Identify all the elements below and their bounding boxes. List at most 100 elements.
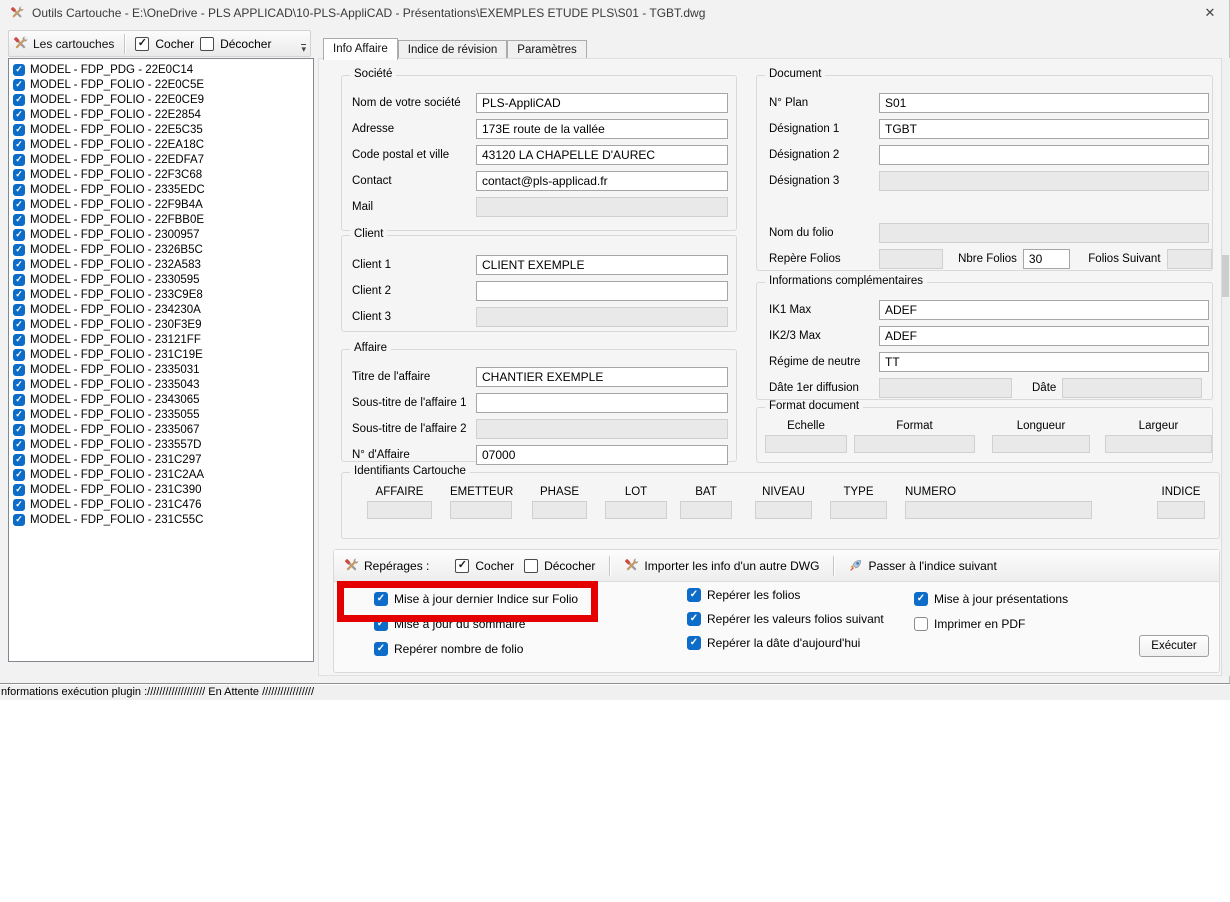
checkbox[interactable]: ✓ [13,469,25,481]
checkbox[interactable]: ✓ [13,124,25,136]
reperages-cocher-checkbox[interactable]: ✓ Cocher [455,559,514,573]
list-item[interactable]: ✓ MODEL - FDP_FOLIO - 231C55C [9,512,313,527]
list-item[interactable]: ✓ MODEL - FDP_FOLIO - 230F3E9 [9,317,313,332]
les-cartouches-button[interactable]: Les cartouches [13,36,114,51]
checkbox[interactable]: ✓ [524,559,538,573]
text-field[interactable]: PLS-AppliCAD [476,93,728,113]
reperages-decocher-checkbox[interactable]: ✓ Décocher [524,559,595,573]
list-item[interactable]: ✓ MODEL - FDP_FOLIO - 22F3C68 [9,167,313,182]
checkbox[interactable]: ✓ [13,154,25,166]
list-item[interactable]: ✓ MODEL - FDP_FOLIO - 2335067 [9,422,313,437]
checkbox[interactable]: ✓ [13,64,25,76]
text-field[interactable]: 43120 LA CHAPELLE D'AUREC [476,145,728,165]
tab[interactable]: Paramètres [507,40,586,59]
list-item[interactable]: ✓ MODEL - FDP_FOLIO - 231C390 [9,482,313,497]
text-field[interactable] [879,145,1209,165]
list-item[interactable]: ✓ MODEL - FDP_FOLIO - 232A583 [9,257,313,272]
text-field[interactable] [879,171,1209,191]
checkbox[interactable]: ✓ [13,409,25,421]
list-item[interactable]: ✓ MODEL - FDP_FOLIO - 2326B5C [9,242,313,257]
vertical-scrollbar[interactable] [1221,58,1230,676]
list-item[interactable]: ✓ MODEL - FDP_FOLIO - 234230A [9,302,313,317]
list-item[interactable]: ✓ MODEL - FDP_FOLIO - 231C476 [9,497,313,512]
checkbox[interactable]: ✓ [687,636,701,650]
option-checkbox-row[interactable]: ✓ Repérer les folios [687,588,884,602]
list-item[interactable]: ✓ MODEL - FDP_FOLIO - 233C9E8 [9,287,313,302]
checkbox[interactable]: ✓ [13,214,25,226]
checkbox[interactable]: ✓ [13,364,25,376]
checkbox[interactable]: ✓ [13,259,25,271]
importer-dwg-button[interactable]: Importer les info d'un autre DWG [624,558,819,573]
list-item[interactable]: ✓ MODEL - FDP_PDG - 22E0C14 [9,62,313,77]
text-field[interactable]: ADEF [879,300,1209,320]
text-field[interactable]: CLIENT EXEMPLE [476,255,728,275]
list-item[interactable]: ✓ MODEL - FDP_FOLIO - 23121FF [9,332,313,347]
overflow-icon[interactable]: ▾ [301,44,306,53]
list-item[interactable]: ✓ MODEL - FDP_FOLIO - 2300957 [9,227,313,242]
list-item[interactable]: ✓ MODEL - FDP_FOLIO - 22E5C35 [9,122,313,137]
text-field[interactable] [476,393,728,413]
checkbox[interactable]: ✓ [914,617,928,631]
text-field[interactable]: contact@pls-applicad.fr [476,171,728,191]
text-field[interactable]: ADEF [879,326,1209,346]
list-item[interactable]: ✓ MODEL - FDP_FOLIO - 2330595 [9,272,313,287]
text-field[interactable] [476,307,728,327]
text-field[interactable]: S01 [879,93,1209,113]
checkbox[interactable]: ✓ [13,229,25,241]
option-checkbox-row[interactable]: ✓ Repérer la dâte d'aujourd'hui [687,636,884,650]
checkbox[interactable]: ✓ [13,184,25,196]
checkbox[interactable]: ✓ [914,592,928,606]
close-button[interactable]: ✕ [1199,3,1221,23]
list-item[interactable]: ✓ MODEL - FDP_FOLIO - 231C2AA [9,467,313,482]
checkbox[interactable]: ✓ [13,139,25,151]
list-item[interactable]: ✓ MODEL - FDP_FOLIO - 22FBB0E [9,212,313,227]
option-checkbox-row[interactable]: ✓ Mise à jour présentations [914,592,1068,606]
list-item[interactable]: ✓ MODEL - FDP_FOLIO - 2335EDC [9,182,313,197]
list-item[interactable]: ✓ MODEL - FDP_FOLIO - 22EDFA7 [9,152,313,167]
checkbox[interactable]: ✓ [13,244,25,256]
checkbox[interactable]: ✓ [200,37,214,51]
text-field[interactable]: CHANTIER EXEMPLE [476,367,728,387]
option-checkbox-row[interactable]: ✓ Imprimer en PDF [914,617,1068,631]
checkbox[interactable]: ✓ [13,379,25,391]
cartouche-model-list[interactable]: ✓ MODEL - FDP_PDG - 22E0C14 ✓ MODEL - FD… [8,58,314,662]
tab[interactable]: Info Affaire [323,38,398,60]
list-item[interactable]: ✓ MODEL - FDP_FOLIO - 231C297 [9,452,313,467]
checkbox[interactable]: ✓ [13,499,25,511]
list-item[interactable]: ✓ MODEL - FDP_FOLIO - 231C19E [9,347,313,362]
checkbox[interactable]: ✓ [13,319,25,331]
list-item[interactable]: ✓ MODEL - FDP_FOLIO - 22F9B4A [9,197,313,212]
checkbox[interactable]: ✓ [13,289,25,301]
checkbox[interactable]: ✓ [374,642,388,656]
list-item[interactable]: ✓ MODEL - FDP_FOLIO - 2335031 [9,362,313,377]
nbre-folios-field[interactable]: 30 [1023,249,1070,269]
checkbox[interactable]: ✓ [13,439,25,451]
decocher-checkbox[interactable]: ✓ Décocher [200,37,271,51]
passer-indice-suivant-button[interactable]: Passer à l'indice suivant [848,558,996,573]
option-checkbox-row[interactable]: ✓ Repérer nombre de folio [374,642,578,656]
text-field[interactable] [476,281,728,301]
list-item[interactable]: ✓ MODEL - FDP_FOLIO - 2335043 [9,377,313,392]
checkbox[interactable]: ✓ [13,274,25,286]
checkbox[interactable]: ✓ [455,559,469,573]
checkbox[interactable]: ✓ [13,304,25,316]
list-item[interactable]: ✓ MODEL - FDP_FOLIO - 22E2854 [9,107,313,122]
list-item[interactable]: ✓ MODEL - FDP_FOLIO - 22EA18C [9,137,313,152]
checkbox[interactable]: ✓ [13,394,25,406]
checkbox[interactable]: ✓ [13,424,25,436]
checkbox[interactable]: ✓ [13,199,25,211]
checkbox[interactable]: ✓ [13,169,25,181]
option-checkbox-row[interactable]: ✓ Repérer les valeurs folios suivant [687,612,884,626]
text-field[interactable]: 07000 [476,445,728,465]
text-field[interactable]: 173E route de la vallée [476,119,728,139]
text-field[interactable] [476,197,728,217]
checkbox[interactable]: ✓ [13,94,25,106]
checkbox[interactable]: ✓ [13,514,25,526]
list-item[interactable]: ✓ MODEL - FDP_FOLIO - 22E0CE9 [9,92,313,107]
checkbox[interactable]: ✓ [687,612,701,626]
checkbox[interactable]: ✓ [13,109,25,121]
checkbox[interactable]: ✓ [13,79,25,91]
list-item[interactable]: ✓ MODEL - FDP_FOLIO - 2335055 [9,407,313,422]
executer-button[interactable]: Exécuter [1139,635,1209,657]
tab[interactable]: Indice de révision [398,40,508,59]
